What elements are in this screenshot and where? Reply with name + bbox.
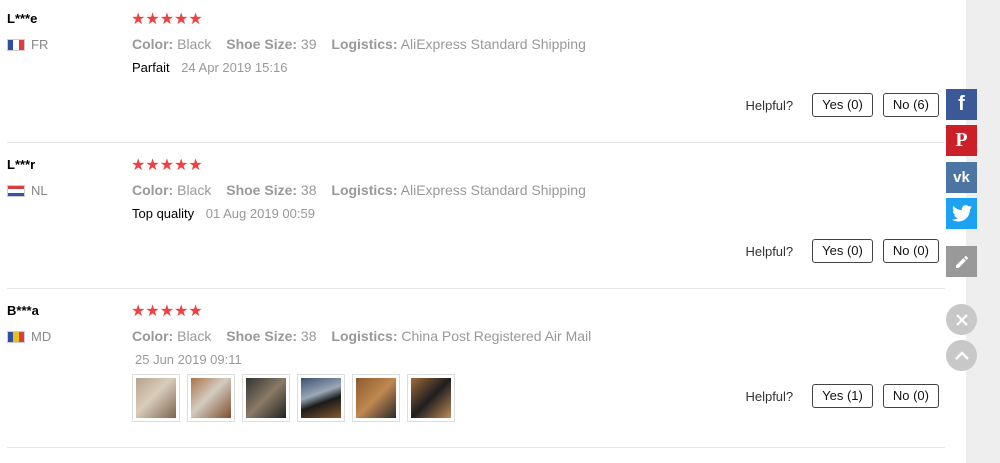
- review-text: Parfait: [132, 60, 170, 75]
- review-photo[interactable]: [297, 374, 345, 422]
- review-feedback: Top quality 01 Aug 2019 00:59: [132, 206, 315, 221]
- review-feedback: 25 Jun 2019 09:11: [135, 352, 242, 367]
- color-value: Black: [177, 328, 212, 344]
- helpful-yes-button[interactable]: Yes (0): [812, 239, 873, 263]
- reviewer-name: L***e: [7, 11, 38, 26]
- review-date: 25 Jun 2019 09:11: [135, 352, 242, 367]
- review-photo[interactable]: [352, 374, 400, 422]
- order-attributes: Color: Black Shoe Size: 38 Logistics: Ch…: [132, 328, 602, 344]
- review-date: 24 Apr 2019 15:16: [181, 60, 288, 75]
- size-label: Shoe Size:: [226, 36, 298, 52]
- helpful-vote: Helpful? Yes (1) No (0): [745, 384, 939, 408]
- color-value: Black: [177, 182, 212, 198]
- star-rating: ★★★★★: [131, 303, 203, 320]
- size-value: 39: [300, 36, 317, 52]
- flag-md-icon: [7, 330, 25, 343]
- helpful-yes-button[interactable]: Yes (1): [812, 384, 873, 408]
- page-gutter: [966, 0, 1000, 463]
- helpful-label: Helpful?: [745, 97, 794, 113]
- color-label: Color:: [132, 182, 174, 198]
- logistics-label: Logistics:: [331, 182, 398, 198]
- star-rating: ★★★★★: [131, 11, 203, 28]
- helpful-yes-button[interactable]: Yes (0): [812, 93, 873, 117]
- review-photo[interactable]: [132, 374, 180, 422]
- review-photo[interactable]: [407, 374, 455, 422]
- review-text: Top quality: [132, 206, 195, 221]
- size-value: 38: [300, 328, 317, 344]
- review-item: L***e FR ★★★★★ Color: Black Shoe Size: 3…: [7, 0, 945, 143]
- reviewer-country: NL: [7, 183, 48, 198]
- size-label: Shoe Size:: [226, 182, 298, 198]
- close-icon[interactable]: [946, 304, 977, 335]
- review-photo[interactable]: [242, 374, 290, 422]
- color-label: Color:: [132, 36, 174, 52]
- size-value: 38: [300, 182, 317, 198]
- logistics-label: Logistics:: [331, 328, 398, 344]
- vk-icon[interactable]: vk: [946, 162, 977, 193]
- size-label: Shoe Size:: [226, 328, 298, 344]
- helpful-no-button[interactable]: No (0): [882, 239, 939, 263]
- reviewer-name: B***a: [7, 303, 39, 318]
- pinterest-icon[interactable]: P: [946, 125, 977, 156]
- color-label: Color:: [132, 328, 174, 344]
- reviewer-country: FR: [7, 37, 48, 52]
- helpful-no-button[interactable]: No (0): [882, 384, 939, 408]
- helpful-vote: Helpful? Yes (0) No (6): [745, 93, 939, 117]
- review-photo[interactable]: [187, 374, 235, 422]
- reviewer-country: MD: [7, 329, 51, 344]
- flag-fr-icon: [7, 38, 25, 51]
- helpful-vote: Helpful? Yes (0) No (0): [745, 239, 939, 263]
- review-photos: [132, 374, 462, 422]
- country-code: FR: [31, 37, 49, 52]
- review-item: B***a MD ★★★★★ Color: Black Shoe Size: 3…: [7, 292, 945, 448]
- logistics-label: Logistics:: [331, 36, 398, 52]
- pencil-icon[interactable]: [946, 246, 977, 277]
- logistics-value: AliExpress Standard Shipping: [400, 182, 586, 198]
- order-attributes: Color: Black Shoe Size: 38 Logistics: Al…: [132, 182, 597, 198]
- flag-nl-icon: [7, 184, 25, 197]
- helpful-label: Helpful?: [745, 388, 794, 404]
- review-item: L***r NL ★★★★★ Color: Black Shoe Size: 3…: [7, 146, 945, 289]
- review-feedback: Parfait 24 Apr 2019 15:16: [132, 60, 287, 75]
- reviewer-name: L***r: [7, 157, 36, 172]
- facebook-icon[interactable]: f: [946, 89, 977, 120]
- helpful-label: Helpful?: [745, 243, 794, 259]
- review-date: 01 Aug 2019 00:59: [205, 206, 315, 221]
- country-code: NL: [31, 183, 48, 198]
- country-code: MD: [31, 329, 52, 344]
- logistics-value: China Post Registered Air Mail: [401, 328, 592, 344]
- twitter-icon[interactable]: [946, 198, 977, 229]
- helpful-no-button[interactable]: No (6): [882, 93, 939, 117]
- color-value: Black: [177, 36, 212, 52]
- star-rating: ★★★★★: [131, 157, 203, 174]
- logistics-value: AliExpress Standard Shipping: [400, 36, 586, 52]
- chevron-up-icon[interactable]: [946, 340, 977, 371]
- order-attributes: Color: Black Shoe Size: 39 Logistics: Al…: [132, 36, 597, 52]
